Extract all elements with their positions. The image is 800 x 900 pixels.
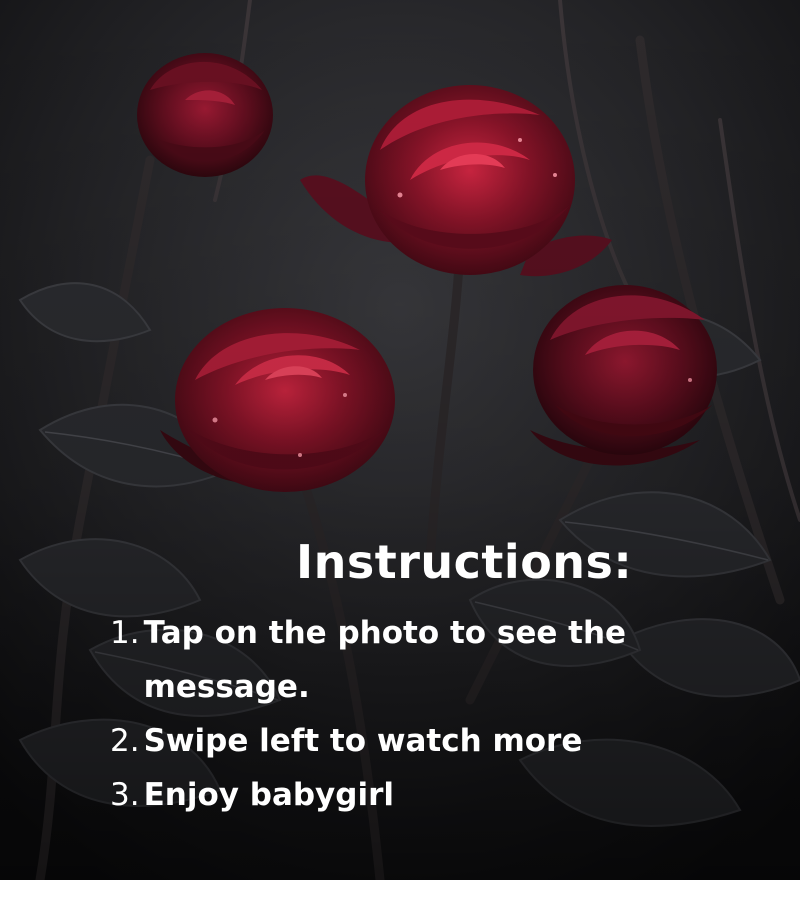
list-item-number: 2. (110, 723, 140, 759)
list-item-text: Tap on the photo to see the message. (143, 615, 627, 705)
list-item-number: 1. (110, 615, 140, 651)
rose-image-card[interactable]: Instructions: 1. Tap on the photo to see… (0, 0, 800, 880)
instructions-list: 1. Tap on the photo to see the message. … (110, 606, 750, 822)
list-item: 2. Swipe left to watch more (110, 714, 750, 768)
list-item: 1. Tap on the photo to see the message. (110, 606, 750, 714)
list-item-number: 3. (110, 777, 140, 813)
list-item: 3. Enjoy babygirl (110, 768, 750, 822)
list-item-text: Swipe left to watch more (143, 723, 583, 759)
list-item-text: Enjoy babygirl (143, 777, 394, 813)
instructions-title: Instructions: (296, 535, 633, 589)
bottom-margin (0, 880, 800, 900)
